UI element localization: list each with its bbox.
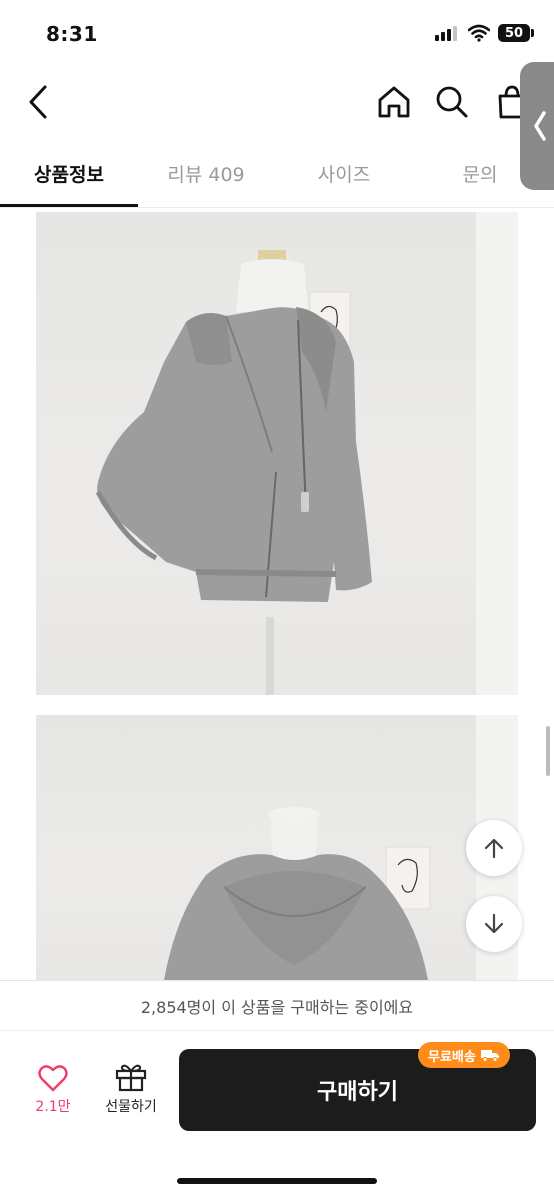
search-icon bbox=[436, 86, 468, 118]
purchasing-now-text: 2,854명이 이 상품을 구매하는 중이에요 bbox=[140, 998, 414, 1017]
home-icon bbox=[378, 86, 410, 118]
tab-product-info[interactable]: 상품정보 bbox=[0, 160, 138, 187]
home-indicator[interactable] bbox=[177, 1178, 377, 1184]
tab-inquiry[interactable]: 문의 bbox=[414, 160, 546, 187]
home-button[interactable] bbox=[374, 82, 414, 122]
back-button[interactable] bbox=[18, 82, 58, 122]
battery-indicator: 50 bbox=[498, 24, 530, 42]
gift-button[interactable]: 선물하기 bbox=[96, 1062, 166, 1124]
battery-level: 50 bbox=[504, 25, 524, 41]
like-count: 2.1만 bbox=[35, 1099, 71, 1115]
battery-tip bbox=[531, 29, 534, 37]
wifi-icon bbox=[467, 24, 491, 46]
heart-icon bbox=[38, 1065, 68, 1092]
arrow-up-icon bbox=[484, 838, 504, 859]
product-photo-1 bbox=[36, 212, 518, 695]
chevron-left-icon bbox=[534, 111, 546, 141]
truck-icon bbox=[480, 1050, 499, 1062]
free-shipping-badge: 무료배송 bbox=[418, 1042, 510, 1068]
product-photo-2 bbox=[36, 715, 518, 980]
search-button[interactable] bbox=[432, 82, 472, 122]
like-button[interactable]: 2.1만 bbox=[24, 1064, 82, 1124]
tab-size[interactable]: 사이즈 bbox=[274, 160, 414, 187]
cellular-signal-icon bbox=[435, 26, 457, 41]
scroll-down-button[interactable] bbox=[466, 896, 522, 952]
gift-icon bbox=[115, 1064, 147, 1092]
scroll-indicator[interactable] bbox=[546, 726, 550, 776]
arrow-down-icon bbox=[484, 913, 504, 934]
chevron-left-icon bbox=[29, 85, 47, 119]
panel-divider bbox=[0, 1030, 554, 1031]
scroll-up-button[interactable] bbox=[466, 820, 522, 876]
free-shipping-label: 무료배송 bbox=[428, 1049, 476, 1065]
tab-divider bbox=[0, 207, 554, 208]
tab-reviews[interactable]: 리뷰 409 bbox=[138, 160, 274, 187]
gift-label: 선물하기 bbox=[105, 1099, 157, 1115]
status-time: 8:31 bbox=[46, 22, 98, 46]
